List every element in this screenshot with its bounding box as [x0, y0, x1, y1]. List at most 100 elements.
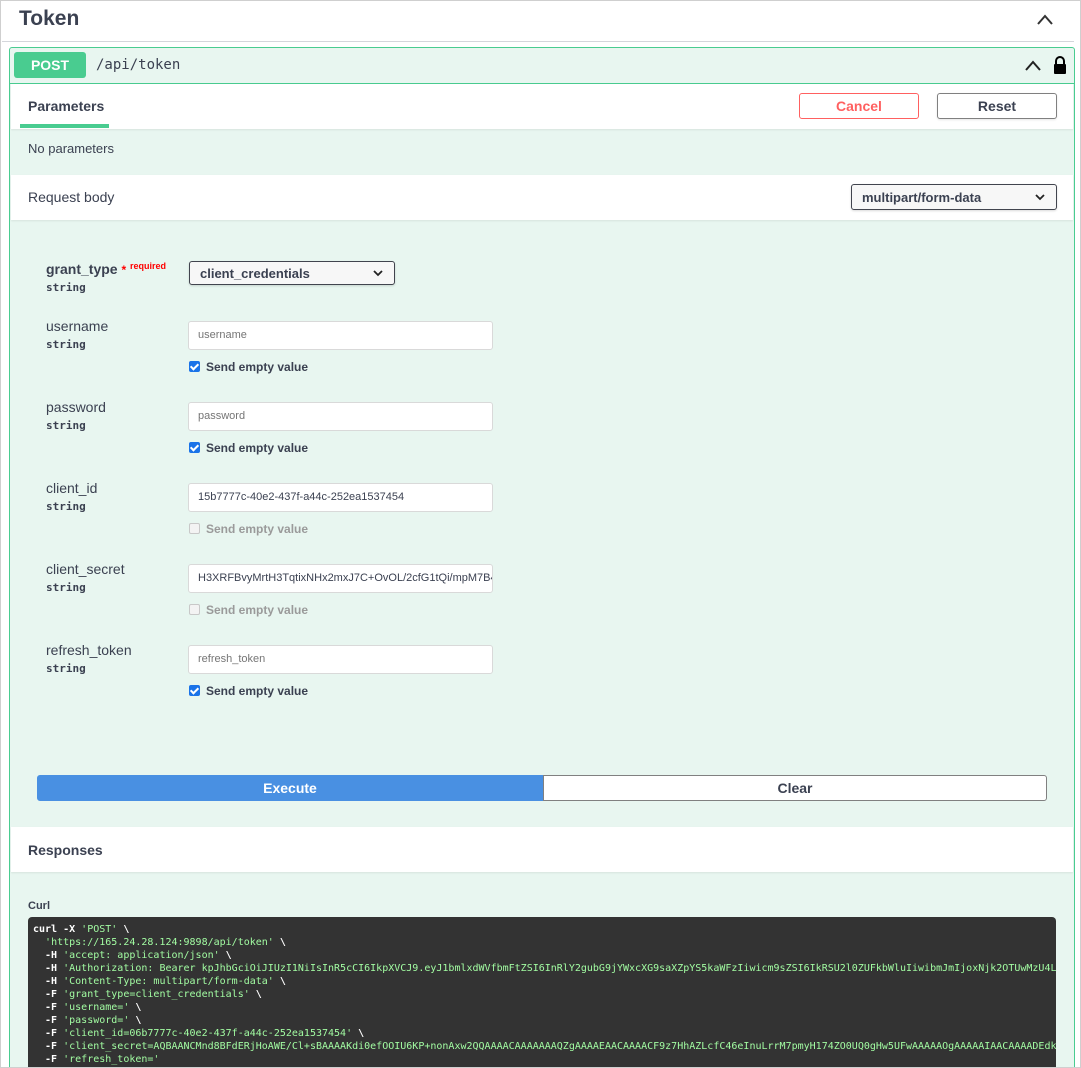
send-empty-label: Send empty value: [206, 522, 309, 536]
responses-title: Responses: [28, 842, 103, 858]
parameters-header: Parameters Cancel Reset: [11, 84, 1073, 129]
swagger-frame: Token POST /api/token Parameters Cancel …: [0, 0, 1081, 1068]
curl-line: -F 'client_secret=AQBAANCMnd8BFdERjHoAWE…: [33, 1040, 1056, 1053]
grant-type-type: string: [46, 281, 86, 294]
curl-continuation: \: [249, 989, 262, 1000]
client-id-type: string: [46, 500, 86, 513]
chevron-down-icon: [373, 270, 383, 277]
curl-continuation: \: [219, 950, 232, 961]
curl-continuation: \: [273, 937, 286, 948]
responses-header: Responses: [11, 827, 1073, 872]
curl-line: 'https://165.24.28.124:9898/api/token' \: [33, 936, 1051, 949]
no-parameters-text: No parameters: [28, 141, 114, 156]
username-label: username: [46, 318, 109, 334]
password-input[interactable]: password: [188, 402, 493, 431]
curl-line: -F 'client_id=06b7777c-40e2-437f-a44c-25…: [33, 1027, 1051, 1040]
tag-header[interactable]: Token: [2, 1, 1074, 42]
refresh-token-send-empty[interactable]: Send empty value: [189, 684, 308, 698]
curl-line: -F 'password=' \: [33, 1014, 1051, 1027]
refresh-token-label: refresh_token: [46, 642, 132, 658]
curl-keyword: -F: [33, 1002, 64, 1013]
operation-path: /api/token: [96, 57, 181, 73]
method-badge: POST: [14, 52, 86, 78]
content-type-value: multipart/form-data: [862, 190, 982, 205]
curl-continuation: \: [129, 1002, 142, 1013]
checkbox-checked[interactable]: [189, 685, 200, 696]
operation-summary[interactable]: POST /api/token: [10, 48, 1074, 84]
password-label: password: [46, 399, 106, 415]
curl-keyword: [33, 937, 45, 948]
refresh-token-input[interactable]: refresh_token: [188, 645, 493, 674]
send-empty-label: Send empty value: [206, 441, 309, 455]
chevron-up-icon[interactable]: [1035, 10, 1055, 30]
send-empty-label: Send empty value: [206, 684, 309, 698]
grant-type-name: grant_type: [46, 261, 118, 277]
tab-underline: [20, 124, 109, 128]
curl-keyword: -H: [33, 976, 64, 987]
curl-line: -H 'Content-Type: multipart/form-data' \: [33, 975, 1051, 988]
curl-keyword: -F: [33, 1015, 64, 1026]
curl-keyword: -F: [33, 989, 64, 1000]
curl-line: -F 'refresh_token=': [33, 1053, 1051, 1066]
curl-string: 'https://165.24.28.124:9898/api/token': [45, 937, 274, 948]
curl-line: -H 'Authorization: Bearer kpJhbGciOiJIUz…: [33, 962, 1056, 975]
curl-line: curl -X 'POST' \: [33, 923, 1051, 936]
client-secret-type: string: [46, 581, 86, 594]
send-empty-label: Send empty value: [206, 603, 309, 617]
curl-string: 'username=': [63, 1002, 130, 1013]
refresh-token-type: string: [46, 662, 86, 675]
curl-keyword: -F: [33, 1041, 64, 1052]
password-type: string: [46, 419, 86, 432]
curl-line: -F 'grant_type=client_credentials' \: [33, 988, 1051, 1001]
tag-title: Token: [19, 7, 80, 30]
curl-string: 'grant_type=client_credentials': [63, 989, 250, 1000]
curl-string: 'accept: application/json': [63, 950, 220, 961]
cancel-button[interactable]: Cancel: [799, 93, 919, 119]
checkbox-unchecked[interactable]: [189, 523, 200, 534]
username-type: string: [46, 338, 86, 351]
curl-string: 'refresh_token=': [63, 1054, 160, 1065]
checkbox-checked[interactable]: [189, 361, 200, 372]
username-input[interactable]: username: [188, 321, 493, 350]
curl-keyword: curl -X: [33, 924, 82, 935]
operation-block: POST /api/token Parameters Cancel Reset …: [9, 47, 1075, 1067]
send-empty-label: Send empty value: [206, 360, 309, 374]
curl-string: 'client_secret=AQBAANCMnd8BFdERjHoAWE/Cl…: [63, 1041, 1056, 1052]
curl-continuation: \: [273, 976, 286, 987]
curl-string: 'Authorization: Bearer kpJhbGciOiJIUzI1N…: [63, 963, 1056, 974]
client-secret-label: client_secret: [46, 561, 125, 577]
grant-type-select[interactable]: client_credentials: [189, 261, 395, 285]
password-send-empty[interactable]: Send empty value: [189, 441, 308, 455]
username-send-empty[interactable]: Send empty value: [189, 360, 308, 374]
curl-line: -F 'username=' \: [33, 1001, 1051, 1014]
lock-icon[interactable]: [1052, 55, 1068, 75]
curl-string: 'client_id=06b7777c-40e2-437f-a44c-252ea…: [63, 1028, 353, 1039]
curl-string: 'password=': [63, 1015, 130, 1026]
required-text: required: [130, 261, 167, 271]
clear-button[interactable]: Clear: [543, 775, 1047, 801]
client-id-send-empty[interactable]: Send empty value: [189, 522, 308, 536]
grant-type-label: grant_type * required: [46, 261, 166, 277]
chevron-up-icon[interactable]: [1023, 56, 1043, 76]
reset-button[interactable]: Reset: [937, 93, 1057, 119]
client-secret-input[interactable]: H3XRFBvyMrtH3TqtixNHx2mxJ7C+OvOL/2cfG1tQ…: [188, 564, 493, 593]
content-type-select[interactable]: multipart/form-data: [851, 184, 1057, 210]
checkbox-unchecked[interactable]: [189, 604, 200, 615]
client-secret-send-empty[interactable]: Send empty value: [189, 603, 308, 617]
chevron-down-icon: [1035, 194, 1045, 201]
curl-continuation: \: [352, 1028, 365, 1039]
execute-button[interactable]: Execute: [37, 775, 543, 801]
checkbox-checked[interactable]: [189, 442, 200, 453]
request-body-label: Request body: [28, 189, 115, 205]
client-id-input[interactable]: 15b7777c-40e2-437f-a44c-252ea1537454: [188, 483, 493, 512]
curl-string: 'Content-Type: multipart/form-data': [63, 976, 274, 987]
tab-parameters[interactable]: Parameters: [28, 98, 104, 114]
curl-line: -H 'accept: application/json' \: [33, 949, 1051, 962]
curl-keyword: -H: [33, 950, 64, 961]
curl-keyword: -H: [33, 963, 64, 974]
client-id-label: client_id: [46, 480, 98, 496]
curl-label: Curl: [28, 900, 50, 912]
required-star: *: [121, 263, 127, 277]
request-body-header: Request body multipart/form-data: [11, 175, 1073, 220]
curl-code-block[interactable]: curl -X 'POST' \ 'https://165.24.28.124:…: [28, 917, 1056, 1067]
